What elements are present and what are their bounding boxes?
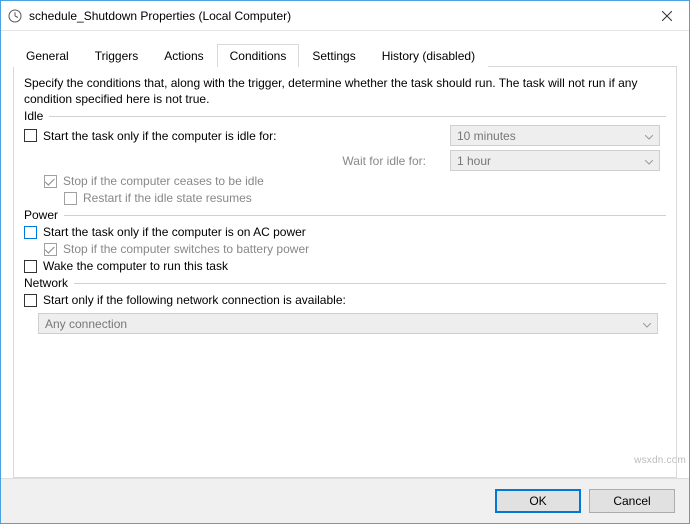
conditions-description: Specify the conditions that, along with … <box>24 75 666 107</box>
tab-history[interactable]: History (disabled) <box>369 44 488 67</box>
checkbox-start-on-ac[interactable] <box>24 226 37 239</box>
network-connection-value: Any connection <box>45 317 127 331</box>
select-network-connection: Any connection <box>38 313 658 334</box>
dialog-button-bar: OK Cancel <box>1 478 689 523</box>
idle-duration-value: 10 minutes <box>457 129 516 143</box>
titlebar: schedule_Shutdown Properties (Local Comp… <box>1 1 689 31</box>
divider <box>64 215 666 216</box>
power-group-label: Power <box>24 208 666 222</box>
label-restart-if-idle-resumes: Restart if the idle state resumes <box>83 191 252 205</box>
tab-settings[interactable]: Settings <box>299 44 368 67</box>
divider <box>49 116 666 117</box>
ok-button[interactable]: OK <box>495 489 581 513</box>
tab-triggers[interactable]: Triggers <box>82 44 152 67</box>
label-wait-for-idle: Wait for idle for: <box>342 154 426 168</box>
checkbox-start-if-idle[interactable] <box>24 129 37 142</box>
conditions-panel: Specify the conditions that, along with … <box>13 66 677 478</box>
cancel-button[interactable]: Cancel <box>589 489 675 513</box>
power-heading: Power <box>24 208 58 222</box>
label-start-on-ac: Start the task only if the computer is o… <box>43 225 306 239</box>
checkbox-wake-to-run[interactable] <box>24 260 37 273</box>
idle-group-label: Idle <box>24 109 666 123</box>
network-group-label: Network <box>24 276 666 290</box>
tab-strip: General Triggers Actions Conditions Sett… <box>13 43 677 66</box>
wait-for-idle-value: 1 hour <box>457 154 491 168</box>
dialog-content: General Triggers Actions Conditions Sett… <box>1 31 689 478</box>
chevron-down-icon <box>643 317 651 331</box>
chevron-down-icon <box>645 154 653 168</box>
label-stop-on-battery: Stop if the computer switches to battery… <box>63 242 309 256</box>
close-button[interactable] <box>644 1 689 30</box>
chevron-down-icon <box>645 129 653 143</box>
clock-icon <box>7 8 23 24</box>
tab-conditions[interactable]: Conditions <box>217 44 300 67</box>
checkbox-restart-if-idle-resumes <box>64 192 77 205</box>
label-start-if-connection: Start only if the following network conn… <box>43 293 346 307</box>
idle-heading: Idle <box>24 109 43 123</box>
label-start-if-idle: Start the task only if the computer is i… <box>43 129 276 143</box>
select-idle-duration: 10 minutes <box>450 125 660 146</box>
window-title: schedule_Shutdown Properties (Local Comp… <box>29 9 644 23</box>
checkbox-stop-if-ceases-idle <box>44 175 57 188</box>
tab-actions[interactable]: Actions <box>151 44 216 67</box>
select-wait-for-idle: 1 hour <box>450 150 660 171</box>
checkbox-start-if-connection[interactable] <box>24 294 37 307</box>
label-stop-if-ceases-idle: Stop if the computer ceases to be idle <box>63 174 264 188</box>
checkbox-stop-on-battery <box>44 243 57 256</box>
network-heading: Network <box>24 276 68 290</box>
divider <box>74 283 666 284</box>
close-icon <box>662 11 672 21</box>
label-wake-to-run: Wake the computer to run this task <box>43 259 228 273</box>
tab-general[interactable]: General <box>13 44 82 67</box>
properties-dialog: schedule_Shutdown Properties (Local Comp… <box>0 0 690 524</box>
